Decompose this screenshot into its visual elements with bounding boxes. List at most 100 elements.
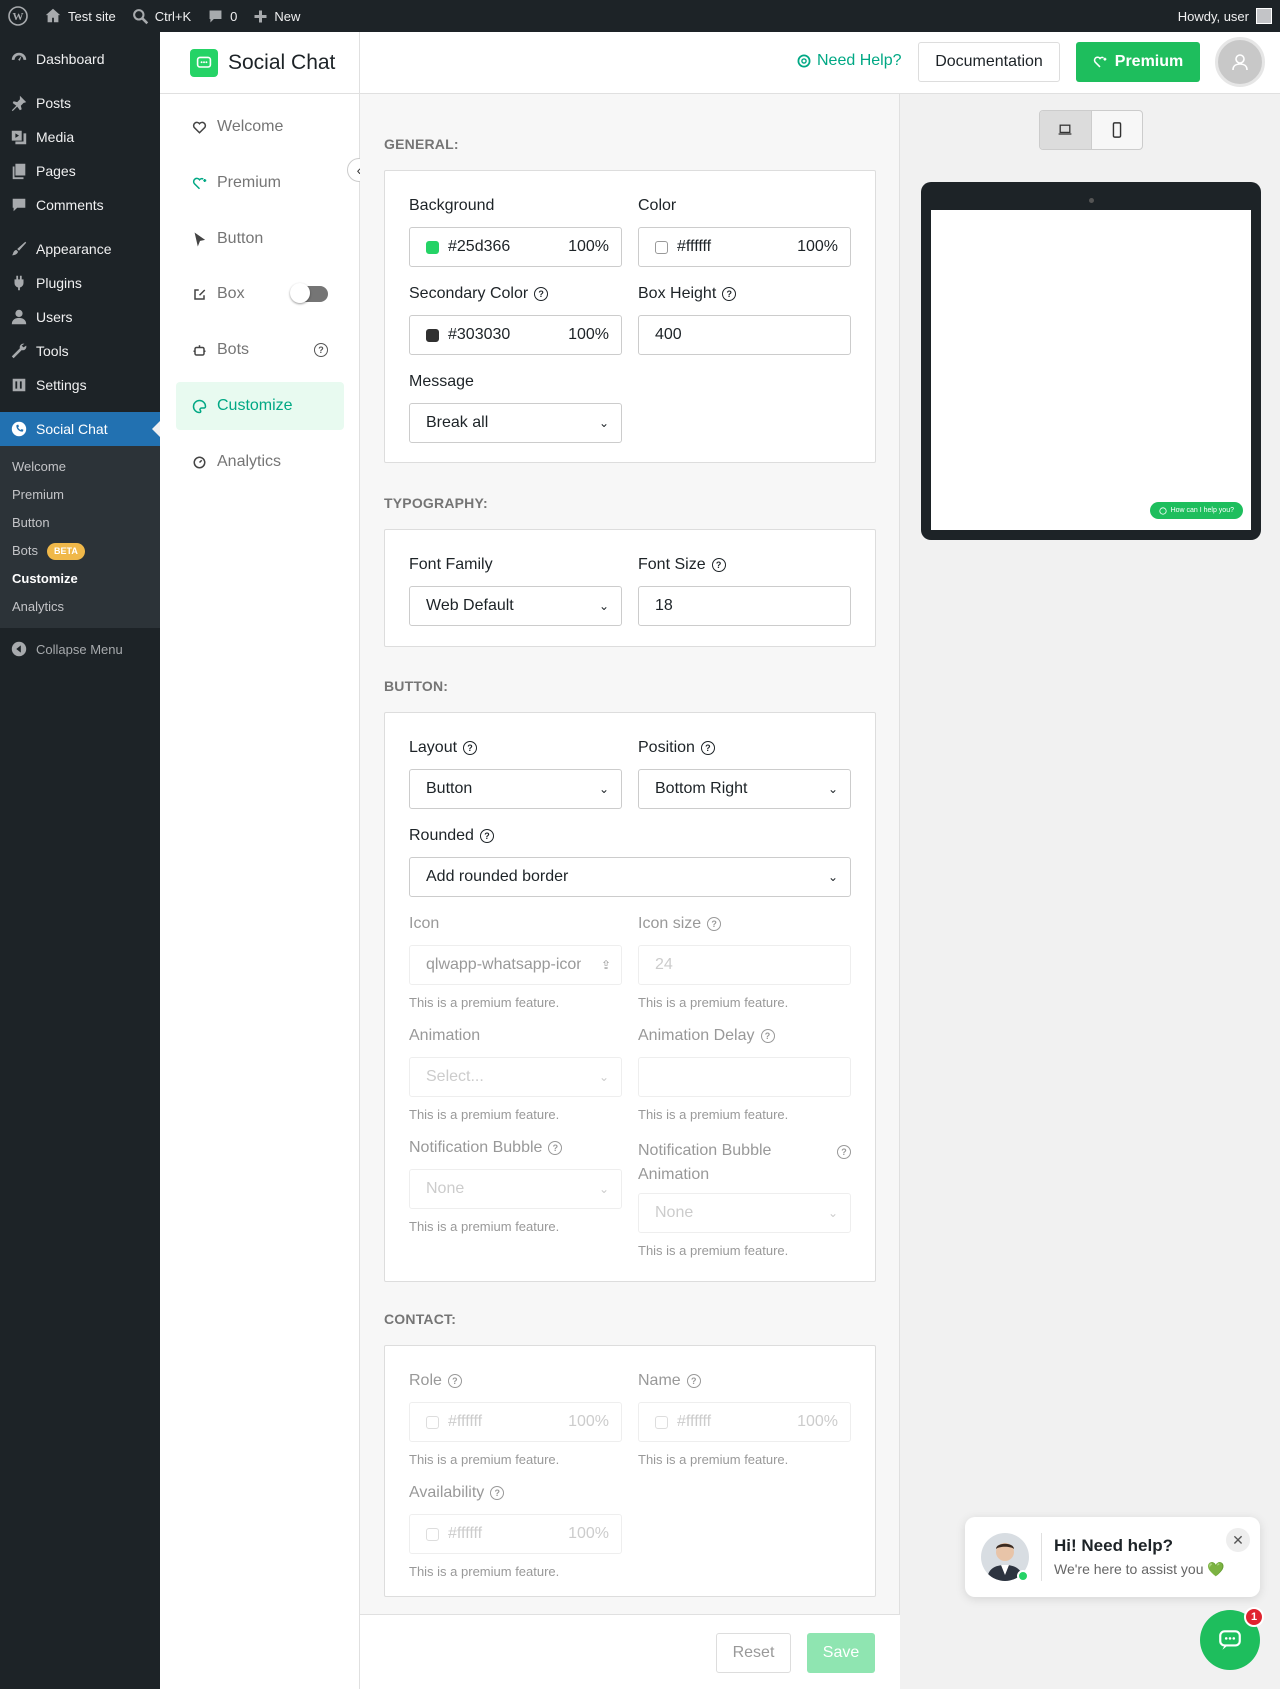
close-icon[interactable]: ✕ xyxy=(1226,1528,1250,1552)
label-text: Availability xyxy=(409,1484,485,1501)
nav-label: Box xyxy=(217,285,245,302)
heart-icon xyxy=(192,121,207,134)
comments-link[interactable]: 0 xyxy=(199,0,245,32)
menu-appearance[interactable]: Appearance xyxy=(0,232,160,266)
menu-social-chat[interactable]: Social Chat xyxy=(0,412,160,446)
menu-settings[interactable]: Settings xyxy=(0,368,160,402)
text-color-input[interactable]: #ffffff 100% xyxy=(638,227,851,267)
background-color-input[interactable]: #25d366 100% xyxy=(409,227,622,267)
menu-label: Pages xyxy=(36,163,76,179)
mobile-view-button[interactable] xyxy=(1092,111,1143,149)
nav-label: Welcome xyxy=(217,118,284,135)
collapse-menu[interactable]: Collapse Menu xyxy=(0,632,160,666)
search-icon xyxy=(132,8,148,24)
comments-count: 0 xyxy=(230,8,238,24)
color-swatch[interactable] xyxy=(655,240,668,254)
secondary-color-input[interactable]: #303030 100% xyxy=(409,315,622,355)
menu-media[interactable]: Media xyxy=(0,120,160,154)
font-size-input[interactable]: 18 xyxy=(638,586,851,626)
wordpress-logo-icon[interactable]: W xyxy=(0,0,36,32)
search-shortcut[interactable]: Ctrl+K xyxy=(124,0,199,32)
secondary-color-label: Secondary Color? xyxy=(409,285,549,303)
profile-avatar[interactable] xyxy=(1215,37,1265,87)
section-heading-general: GENERAL: xyxy=(384,136,459,152)
availability-label: Availability? xyxy=(409,1484,505,1502)
help-icon[interactable]: ? xyxy=(463,741,478,755)
chat-greeting-card[interactable]: Hi! Need help? We're here to assist you … xyxy=(965,1517,1260,1597)
documentation-button[interactable]: Documentation xyxy=(918,42,1060,82)
site-link[interactable]: Test site xyxy=(36,0,124,32)
nav-premium[interactable]: Premium xyxy=(176,159,344,207)
heart-plus-icon xyxy=(192,177,207,189)
opacity-value: 100% xyxy=(797,238,838,255)
reset-button[interactable]: Reset xyxy=(716,1633,791,1673)
submenu-bots[interactable]: Bots BETA xyxy=(0,537,160,565)
new-content-link[interactable]: New xyxy=(245,0,308,32)
message-label: Message xyxy=(409,373,474,391)
help-icon[interactable]: ? xyxy=(534,287,549,301)
nav-bots[interactable]: Bots? xyxy=(176,326,344,374)
submenu-button[interactable]: Button xyxy=(0,509,160,537)
help-icon[interactable]: ? xyxy=(711,558,726,572)
collapse-label: Collapse Menu xyxy=(36,641,123,657)
submenu-label: Welcome xyxy=(12,459,66,474)
nav-box[interactable]: Box xyxy=(176,270,344,318)
plus-icon xyxy=(254,10,267,22)
submenu-customize[interactable]: Customize xyxy=(0,565,160,593)
position-select[interactable]: Bottom Right ⌄ xyxy=(638,769,851,809)
font-family-select[interactable]: Web Default ⌄ xyxy=(409,586,622,626)
premium-note: This is a premium feature. xyxy=(409,1564,560,1579)
chevron-down-icon: ⌄ xyxy=(827,870,838,884)
help-icon[interactable]: ? xyxy=(479,829,494,843)
menu-pages[interactable]: Pages xyxy=(0,154,160,188)
submenu-premium[interactable]: Premium xyxy=(0,481,160,509)
color-swatch[interactable] xyxy=(426,328,439,342)
nav-button[interactable]: Button xyxy=(176,215,344,263)
menu-tools[interactable]: Tools xyxy=(0,334,160,368)
notification-bubble-select: None ⌄ xyxy=(409,1169,622,1209)
nav-customize[interactable]: Customize xyxy=(176,382,344,430)
account-menu[interactable]: Howdy, user xyxy=(1178,8,1280,24)
input-value: 400 xyxy=(655,326,682,343)
menu-dashboard[interactable]: Dashboard xyxy=(0,42,160,76)
help-icon: ? xyxy=(686,1374,701,1388)
submenu-label: Bots xyxy=(12,543,39,558)
online-indicator xyxy=(1017,1570,1029,1582)
color-swatch[interactable] xyxy=(426,240,439,254)
help-icon[interactable]: ? xyxy=(700,741,715,755)
menu-comments[interactable]: Comments xyxy=(0,188,160,222)
wrench-icon xyxy=(11,343,27,359)
nav-label: Bots xyxy=(217,341,250,358)
help-icon[interactable]: ? xyxy=(314,343,328,357)
premium-button[interactable]: Premium xyxy=(1076,42,1200,82)
desktop-view-button[interactable] xyxy=(1040,111,1092,149)
device-switcher xyxy=(1039,110,1143,150)
color-value: #25d366 xyxy=(448,238,511,255)
box-toggle[interactable] xyxy=(290,283,328,303)
select-placeholder: Select... xyxy=(426,1068,484,1085)
help-icon: ? xyxy=(837,1145,851,1159)
role-color-input: #ffffff 100% xyxy=(409,1402,622,1442)
color-value: #ffffff xyxy=(448,1413,483,1430)
nav-analytics[interactable]: Analytics xyxy=(176,438,344,486)
save-button[interactable]: Save xyxy=(807,1633,875,1673)
font-family-label: Font Family xyxy=(409,556,493,574)
layout-select[interactable]: Button ⌄ xyxy=(409,769,622,809)
form-footer: Reset Save xyxy=(360,1614,900,1689)
nav-welcome[interactable]: Welcome xyxy=(176,103,344,151)
rounded-select[interactable]: Add rounded border ⌄ xyxy=(409,857,851,897)
box-height-input[interactable]: 400 xyxy=(638,315,851,355)
help-icon[interactable]: ? xyxy=(722,287,737,301)
svg-text:W: W xyxy=(13,11,24,23)
button-card: Layout? Button ⌄ Position? Bottom Right ⌄ … xyxy=(384,712,876,1282)
menu-plugins[interactable]: Plugins xyxy=(0,266,160,300)
submenu-analytics[interactable]: Analytics xyxy=(0,593,160,621)
menu-users[interactable]: Users xyxy=(0,300,160,334)
help-icon: ? xyxy=(447,1374,462,1388)
help-link[interactable]: Need Help? xyxy=(797,52,902,70)
menu-posts[interactable]: Posts xyxy=(0,86,160,120)
admin-sidebar: Dashboard Posts Media Pages Comments App… xyxy=(0,32,160,1689)
submenu-welcome[interactable]: Welcome xyxy=(0,453,160,481)
message-select[interactable]: Break all ⌄ xyxy=(409,403,622,443)
menu-label: Social Chat xyxy=(36,421,108,437)
